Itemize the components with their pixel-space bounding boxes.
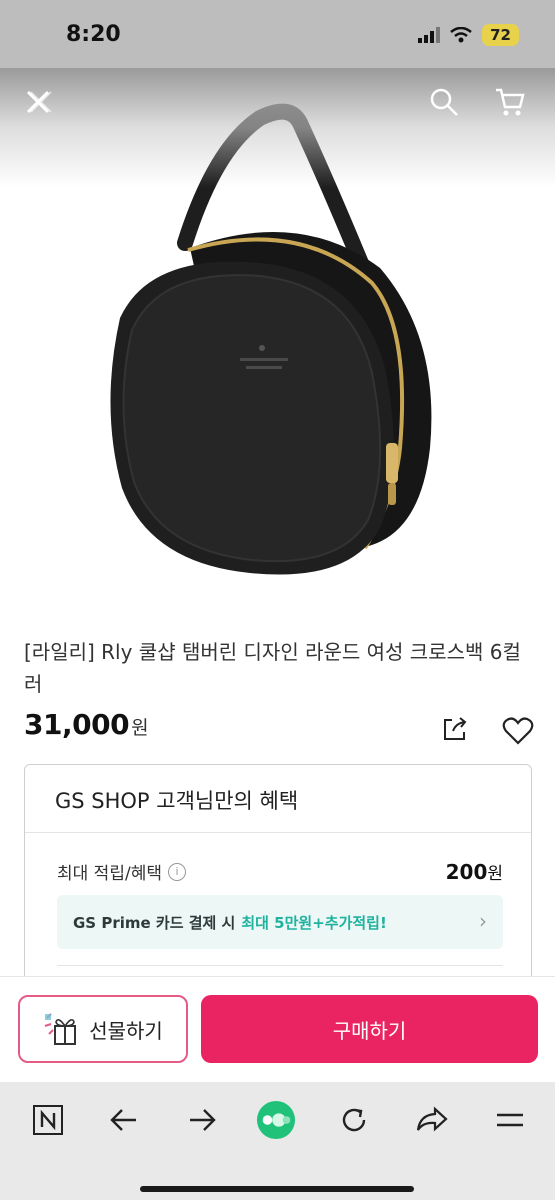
divider bbox=[57, 965, 503, 966]
forward-button[interactable] bbox=[182, 1100, 222, 1140]
product-price: 31,000 bbox=[24, 708, 130, 741]
benefit-box: GS SHOP 고객님만의 혜택 최대 적립/혜택 i 200원 GS Prim… bbox=[24, 764, 532, 1004]
naver-icon bbox=[33, 1105, 63, 1135]
green-dot-button[interactable] bbox=[256, 1100, 296, 1140]
back-button[interactable] bbox=[104, 1100, 144, 1140]
heart-icon bbox=[502, 717, 534, 745]
hero-gradient bbox=[0, 68, 555, 188]
price-row: 31,000 원 bbox=[24, 708, 149, 741]
max-benefit-unit: 원 bbox=[487, 864, 503, 884]
close-button[interactable] bbox=[18, 82, 58, 122]
search-icon bbox=[430, 88, 458, 116]
buy-label: 구매하기 bbox=[332, 1018, 407, 1043]
menu-icon bbox=[497, 1113, 523, 1127]
status-bar: 8:20 72 bbox=[0, 0, 555, 68]
refresh-icon bbox=[342, 1108, 366, 1132]
share-arrow-icon bbox=[416, 1106, 448, 1132]
action-bar: 선물하기 구매하기 bbox=[0, 976, 555, 1082]
share-icon bbox=[444, 717, 467, 740]
promo-accent-text: 최대 5만원+추가적립! bbox=[241, 913, 387, 932]
signal-icon bbox=[418, 27, 441, 43]
refresh-button[interactable] bbox=[334, 1100, 374, 1140]
cart-icon bbox=[496, 88, 525, 116]
cart-button[interactable] bbox=[490, 82, 530, 122]
price-currency: 원 bbox=[131, 717, 149, 739]
max-benefit-text: 최대 적립/혜택 bbox=[57, 864, 162, 884]
card-promo-banner[interactable]: GS Prime 카드 결제 시 최대 5만원+추가적립! › bbox=[57, 895, 503, 949]
wifi-icon bbox=[450, 27, 472, 43]
chevron-right-icon: › bbox=[479, 909, 487, 933]
buy-button[interactable]: 구매하기 bbox=[201, 995, 538, 1063]
green-dot-icon bbox=[256, 1100, 296, 1140]
promo-text: GS Prime 카드 결제 시 bbox=[73, 913, 236, 932]
benefit-header: GS SHOP 고객님만의 혜택 bbox=[25, 765, 531, 833]
info-icon[interactable]: i bbox=[167, 862, 186, 881]
gift-icon bbox=[44, 1013, 77, 1045]
product-image[interactable] bbox=[0, 68, 555, 608]
product-title: [라일리] Rly 쿨샵 탬버린 디자인 라운드 여성 크로스백 6컬러 bbox=[24, 640, 521, 696]
share-page-button[interactable] bbox=[412, 1100, 452, 1140]
wishlist-button[interactable] bbox=[502, 716, 534, 746]
share-button[interactable] bbox=[440, 714, 470, 744]
max-benefit-label: 최대 적립/혜택 i bbox=[57, 859, 186, 884]
max-benefit-amount: 200 bbox=[445, 860, 488, 884]
gift-button[interactable]: 선물하기 bbox=[18, 995, 188, 1063]
status-time: 8:20 bbox=[66, 22, 121, 47]
max-benefit-row: 최대 적립/혜택 i 200원 bbox=[57, 859, 503, 884]
search-button[interactable] bbox=[424, 82, 464, 122]
browser-toolbar bbox=[0, 1082, 555, 1200]
forward-icon bbox=[190, 1109, 216, 1131]
battery-badge: 72 bbox=[482, 24, 519, 46]
max-benefit-value: 200원 bbox=[446, 859, 503, 884]
home-indicator bbox=[140, 1186, 414, 1192]
naver-home-button[interactable] bbox=[28, 1100, 68, 1140]
back-icon bbox=[110, 1109, 136, 1131]
gift-label: 선물하기 bbox=[89, 1018, 163, 1043]
status-icons: 72 bbox=[418, 24, 519, 46]
menu-button[interactable] bbox=[490, 1100, 530, 1140]
close-icon bbox=[26, 90, 52, 114]
